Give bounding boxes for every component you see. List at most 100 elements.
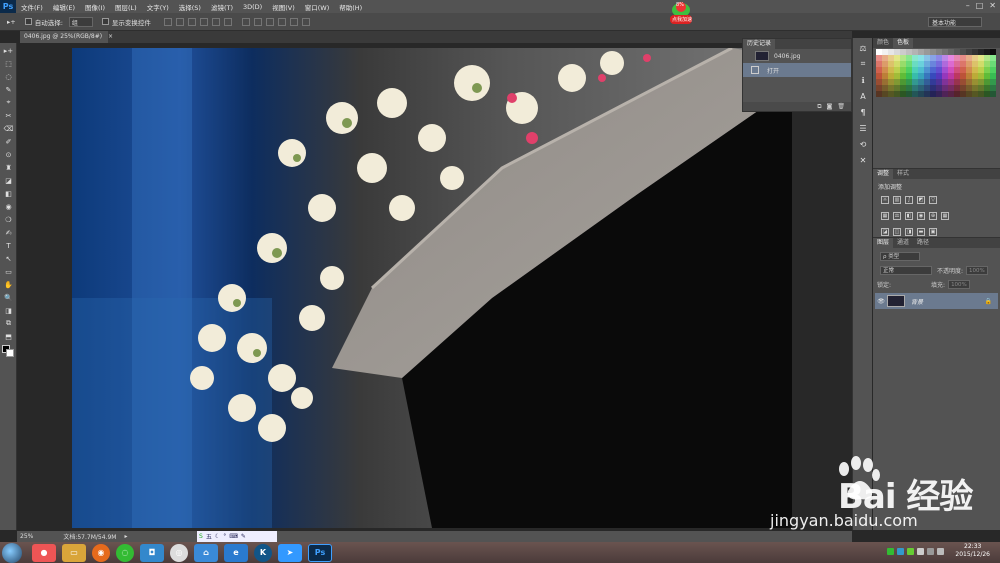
color-lookup-icon[interactable]: ▦ (941, 212, 949, 220)
panel-toggle-icon-3[interactable]: A (856, 90, 870, 102)
tool-button-9[interactable]: ♜ (2, 162, 15, 173)
minimize-button[interactable]: – (966, 1, 970, 10)
levels-icon[interactable]: ▥ (893, 196, 901, 204)
ime-settings-icon[interactable]: ✎ (241, 533, 246, 540)
tray-ime-icon[interactable] (897, 547, 905, 555)
ie-icon[interactable]: e (224, 543, 248, 562)
history-item-open[interactable]: 打开 (743, 63, 851, 77)
layer-row-background[interactable]: 👁 背景 🔒 (875, 293, 998, 309)
menu-image[interactable]: 图像(I) (80, 2, 110, 12)
channel-mixer-icon[interactable]: ⊕ (929, 212, 937, 220)
posterize-icon[interactable]: ◫ (893, 228, 901, 236)
align-bottom-icon[interactable] (187, 17, 196, 26)
app-blue-icon[interactable]: ◘ (140, 543, 164, 562)
tool-button-10[interactable]: ◪ (2, 175, 15, 186)
tool-button-8[interactable]: ⊙ (2, 149, 15, 160)
tool-button-0[interactable]: ▸+ (2, 45, 15, 56)
align-right-icon[interactable] (223, 17, 232, 26)
tool-button-4[interactable]: ⌖ (2, 97, 15, 108)
camera-icon[interactable]: ◙ (827, 103, 833, 110)
firefox-icon[interactable]: ◉ (92, 543, 110, 562)
menu-help[interactable]: 帮助(H) (334, 2, 367, 12)
swatch-grid[interactable] (876, 49, 998, 153)
ime-keyboard-icon[interactable]: ⌨ (229, 533, 238, 540)
ime-toolbar[interactable]: S 五 ☾ ° ⌨ ✎ (197, 531, 277, 542)
blend-mode-dropdown[interactable]: 正常 (880, 265, 932, 275)
zoom-level[interactable]: 25% (20, 533, 33, 540)
panel-toggle-icon-6[interactable]: ⟲ (856, 138, 870, 150)
browser-360-icon[interactable]: ◌ (116, 543, 134, 562)
tool-button-22[interactable]: ⬒ (2, 331, 15, 342)
align-left-icon[interactable] (199, 17, 208, 26)
tab-paths[interactable]: 路径 (913, 238, 933, 248)
align-vcenter-icon[interactable] (175, 17, 184, 26)
tool-button-21[interactable]: ⧉ (2, 318, 15, 329)
panel-toggle-icon-2[interactable]: ℹ (856, 74, 870, 86)
opacity-input[interactable]: 100% (966, 265, 989, 275)
curves-icon[interactable]: ∫ (905, 196, 913, 204)
tool-button-14[interactable]: ✍ (2, 227, 15, 238)
speedup-badge[interactable]: 8% 点我加速 (663, 0, 699, 26)
app-arrow-icon[interactable]: ➤ (278, 543, 302, 562)
tab-channels[interactable]: 通道 (893, 238, 913, 248)
layer-kind-filter[interactable]: ρ 类型 (880, 251, 920, 261)
close-button[interactable]: ✕ (989, 1, 996, 10)
tray-volume-icon[interactable] (937, 547, 945, 555)
tool-button-5[interactable]: ✂ (2, 110, 15, 121)
tab-color[interactable]: 颜色 (873, 38, 893, 48)
bw-icon[interactable]: ◧ (905, 212, 913, 220)
tool-button-3[interactable]: ✎ (2, 84, 15, 95)
threshold-icon[interactable]: ◨ (905, 228, 913, 236)
tool-button-17[interactable]: ▭ (2, 266, 15, 277)
move-tool-icon[interactable]: ▸+ (7, 18, 16, 26)
app-cloud-icon[interactable]: ⌂ (194, 543, 218, 562)
tab-swatches[interactable]: 色板 (893, 38, 914, 48)
tray-shield-icon[interactable] (907, 547, 915, 555)
distribute-top-icon[interactable] (241, 17, 250, 26)
panel-toggle-icon-0[interactable]: ⚖ (856, 42, 870, 54)
distribute-bottom-icon[interactable] (265, 17, 274, 26)
show-transform-checkbox[interactable] (101, 18, 109, 25)
workspace-dropdown[interactable]: 基本功能 (928, 17, 982, 27)
tab-adjustments[interactable]: 调整 (873, 169, 894, 179)
menu-type[interactable]: 文字(Y) (142, 2, 174, 12)
auto-select-dropdown[interactable]: 组 (68, 16, 93, 27)
eye-icon[interactable]: 👁 (875, 298, 887, 305)
tab-history[interactable]: 历史记录 (743, 39, 776, 49)
new-document-icon[interactable]: ⧉ (817, 103, 821, 111)
menu-window[interactable]: 窗口(W) (300, 2, 335, 12)
selective-color-icon[interactable]: ▣ (929, 228, 937, 236)
exposure-icon[interactable]: ◩ (917, 196, 925, 204)
background-color[interactable] (6, 349, 14, 357)
menu-file[interactable]: 文件(F) (16, 2, 48, 12)
tool-button-15[interactable]: T (2, 240, 15, 251)
status-menu-icon[interactable]: ▸ (124, 533, 127, 540)
tool-button-11[interactable]: ◧ (2, 188, 15, 199)
tool-button-2[interactable]: ◌ (2, 71, 15, 82)
menu-3d[interactable]: 3D(D) (238, 3, 267, 11)
photoshop-taskbar-icon[interactable]: Ps (308, 543, 332, 562)
tool-button-19[interactable]: 🔍 (2, 292, 15, 303)
tool-button-6[interactable]: ⌫ (2, 123, 15, 134)
start-button[interactable] (2, 542, 22, 563)
menu-filter[interactable]: 滤镜(T) (206, 2, 238, 12)
brightness-icon[interactable]: ☼ (881, 196, 889, 204)
ime-moon-icon[interactable]: ☾ (215, 533, 220, 540)
menu-view[interactable]: 视图(V) (267, 2, 300, 12)
tray-security-icon[interactable] (887, 547, 895, 555)
close-tab-icon[interactable]: × (108, 33, 113, 40)
align-hcenter-icon[interactable] (211, 17, 220, 26)
tool-button-7[interactable]: ✐ (2, 136, 15, 147)
tab-styles[interactable]: 样式 (893, 169, 913, 179)
menu-edit[interactable]: 编辑(E) (48, 2, 80, 12)
document-tab[interactable]: 0406.jpg @ 25%(RGB/8#) × (20, 31, 113, 43)
tray-network-icon[interactable] (917, 547, 925, 555)
distribute-left-icon[interactable] (277, 17, 286, 26)
tab-layers[interactable]: 图层 (873, 238, 894, 248)
invert-icon[interactable]: ◪ (881, 228, 889, 236)
menu-select[interactable]: 选择(S) (174, 2, 206, 12)
auto-select-checkbox[interactable] (24, 18, 32, 25)
panel-toggle-icon-7[interactable]: ✕ (856, 154, 870, 166)
ime-punct-icon[interactable]: ° (223, 533, 226, 540)
distribute-right-icon[interactable] (301, 17, 310, 26)
